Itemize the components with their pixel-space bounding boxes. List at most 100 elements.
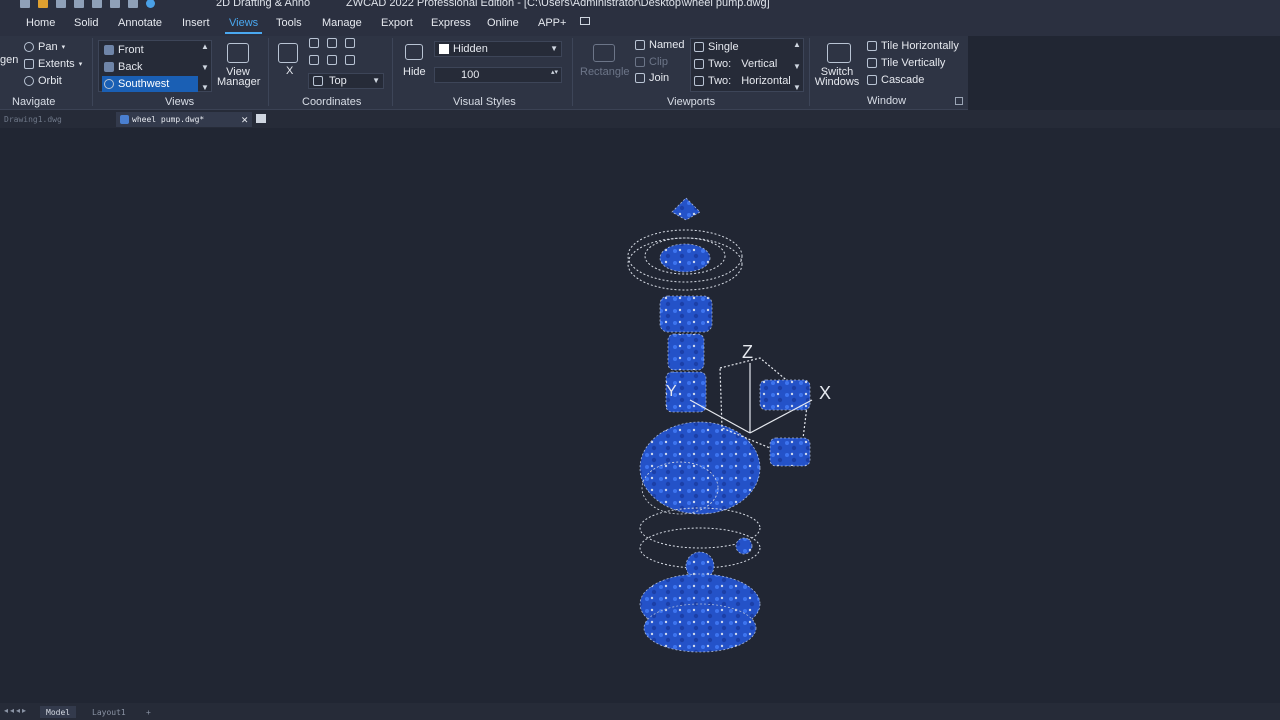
switch-windows-button[interactable]: Switch Windows — [813, 67, 861, 88]
single-label: Single — [708, 41, 739, 53]
southwest-view-icon — [104, 79, 114, 89]
two-vertical-label-a: Two: — [708, 58, 732, 70]
extents-button[interactable]: Extents ▾ — [24, 58, 82, 70]
ucs-x-button[interactable]: X — [286, 65, 293, 77]
two-vertical-label-b: Vertical — [741, 58, 778, 70]
ucs-view-dropdown[interactable]: Top ▼ — [308, 73, 384, 89]
opacity-input[interactable]: 100 ▴▾ — [434, 67, 562, 83]
scroll-up-icon[interactable]: ▲ — [793, 40, 801, 49]
tab-solid[interactable]: Solid — [74, 17, 98, 29]
workspace-switcher[interactable]: 2D Drafting & Anno — [216, 0, 310, 9]
view-manager-icon[interactable] — [227, 43, 249, 63]
visual-style-dropdown[interactable]: Hidden ▼ — [434, 41, 562, 57]
save-as-icon[interactable] — [74, 0, 84, 8]
tile-vertically-button[interactable]: Tile Vertically — [867, 57, 945, 69]
view-item-label: Front — [118, 44, 144, 56]
ribbon-minimize-icon[interactable] — [580, 17, 590, 25]
doc-tab-drawing1[interactable]: Drawing1.dwg — [0, 112, 112, 127]
tab-views[interactable]: Views — [224, 17, 263, 34]
view-item-back[interactable]: Back — [102, 59, 198, 75]
rectangle-viewport-icon — [593, 44, 615, 62]
scroll-up-icon[interactable]: ▲ — [201, 42, 209, 51]
viewports-panel-label: Viewports — [667, 96, 716, 108]
ucs-x-rotate-icon[interactable] — [309, 55, 319, 65]
ucs-origin-icon[interactable] — [327, 38, 337, 48]
doc-tab-wheel-pump[interactable]: wheel pump.dwg* ✕ — [116, 112, 252, 127]
ucs-z-rotate-icon[interactable] — [345, 55, 355, 65]
viewport-list-scroll[interactable]: ▲ ▼ ▼ — [792, 40, 802, 92]
tab-app-plus[interactable]: APP+ — [538, 17, 566, 29]
expand-gallery-icon[interactable]: ▼ — [201, 83, 209, 92]
print-icon[interactable] — [92, 0, 102, 8]
workspace-icon — [146, 0, 155, 8]
viewport-two-horizontal[interactable]: Two: Horizontal — [694, 75, 791, 87]
drawing-viewport[interactable]: Z X Y — [0, 128, 1280, 703]
views-gallery[interactable]: Front Back Southwest ▲ ▼ ▼ — [98, 40, 212, 92]
panel-launcher-icon[interactable] — [955, 97, 963, 105]
document-tab-bar: Drawing1.dwg wheel pump.dwg* ✕ — [0, 110, 1280, 128]
panel-divider — [392, 38, 393, 106]
ucs-world-icon[interactable] — [309, 38, 319, 48]
orbit-icon — [24, 76, 34, 86]
join-button[interactable]: Join — [635, 72, 669, 84]
two-horizontal-label-a: Two: — [708, 75, 732, 87]
two-horizontal-label-b: Horizontal — [741, 75, 791, 87]
open-file-icon[interactable] — [38, 0, 48, 8]
extents-label: Extents — [38, 58, 75, 70]
tab-insert[interactable]: Insert — [182, 17, 210, 29]
close-icon[interactable]: ✕ — [241, 113, 248, 126]
navigate-panel-label: Navigate — [12, 96, 56, 108]
axis-x-label: X — [819, 383, 831, 403]
view-item-southwest[interactable]: Southwest — [102, 76, 198, 92]
tile-vertically-icon — [867, 58, 877, 68]
axis-z-label: Z — [742, 342, 753, 362]
hide-button[interactable]: Hide — [403, 66, 426, 78]
scroll-down-icon[interactable]: ▼ — [201, 63, 209, 72]
tab-manage[interactable]: Manage — [322, 17, 362, 29]
navigate-cut-label[interactable]: gen — [0, 54, 18, 66]
hide-icon[interactable] — [405, 44, 423, 60]
app-menu-icon[interactable] — [20, 0, 30, 8]
tab-online[interactable]: Online — [487, 17, 519, 29]
layout-tab-layout1[interactable]: Layout1 — [86, 706, 132, 718]
expand-gallery-icon[interactable]: ▼ — [793, 83, 801, 92]
join-icon — [635, 73, 645, 83]
scroll-down-icon[interactable]: ▼ — [793, 62, 801, 71]
pan-button[interactable]: Pan ▾ — [24, 41, 65, 53]
cascade-button[interactable]: Cascade — [867, 74, 924, 86]
spinner-icon[interactable]: ▴▾ — [551, 68, 558, 76]
ucs-y-rotate-icon[interactable] — [327, 55, 337, 65]
single-viewport-icon — [694, 42, 704, 52]
layout-tab-model[interactable]: Model — [40, 706, 77, 718]
views-panel-label: Views — [165, 96, 195, 108]
save-icon[interactable] — [56, 0, 66, 8]
tab-tools[interactable]: Tools — [276, 17, 302, 29]
ucs-tools-row-2 — [309, 55, 355, 65]
switch-windows-icon[interactable] — [827, 43, 851, 63]
tab-annotate[interactable]: Annotate — [118, 17, 162, 29]
redo-icon[interactable] — [128, 0, 138, 8]
viewport-config-list[interactable]: Single Two: Vertical Two: Horizontal ▲ ▼… — [690, 38, 804, 92]
undo-icon[interactable] — [110, 0, 120, 8]
tab-express[interactable]: Express — [431, 17, 471, 29]
view-item-label: Back — [118, 61, 143, 73]
orbit-button[interactable]: Orbit — [24, 75, 62, 87]
view-item-front[interactable]: Front — [102, 42, 198, 58]
tab-export[interactable]: Export — [381, 17, 413, 29]
join-label: Join — [649, 72, 670, 84]
named-label: Named — [649, 39, 685, 51]
viewport-single[interactable]: Single — [694, 41, 739, 53]
ucs-3point-icon[interactable] — [345, 38, 355, 48]
new-tab-icon[interactable] — [256, 114, 266, 123]
add-layout-button[interactable]: + — [140, 706, 157, 718]
ucs-icon[interactable] — [278, 43, 298, 63]
front-view-icon — [104, 45, 114, 55]
named-viewports-button[interactable]: Named — [635, 39, 684, 51]
tile-horizontally-button[interactable]: Tile Horizontally — [867, 40, 959, 52]
views-gallery-scroll[interactable]: ▲ ▼ ▼ — [200, 42, 210, 92]
view-manager-button[interactable]: View Manager — [217, 67, 261, 88]
viewport-two-vertical[interactable]: Two: Vertical — [694, 58, 777, 70]
tab-home[interactable]: Home — [26, 17, 55, 29]
layout-nav-arrows[interactable]: ◂◂◂▸ — [4, 706, 28, 715]
view-manager-label-2: Manager — [217, 76, 261, 88]
